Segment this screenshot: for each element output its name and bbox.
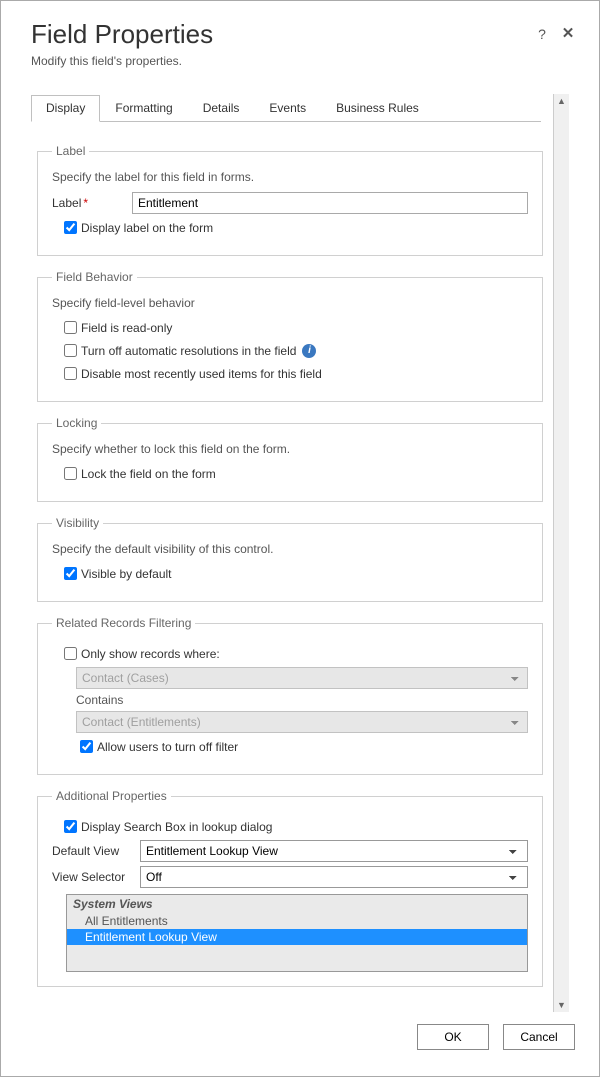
label-group-legend: Label xyxy=(52,144,89,158)
disable-mru-checkbox[interactable]: Disable most recently used items for thi… xyxy=(60,364,528,383)
cancel-button[interactable]: Cancel xyxy=(503,1024,575,1050)
display-label-check-input[interactable] xyxy=(64,221,77,234)
info-icon[interactable]: i xyxy=(302,344,316,358)
additional-properties-group: Additional Properties Display Search Box… xyxy=(37,789,543,987)
locking-desc: Specify whether to lock this field on th… xyxy=(52,442,528,456)
where-select: Contact (Cases) xyxy=(76,667,528,689)
scroll-up-icon[interactable]: ▲ xyxy=(557,96,566,106)
contains-select: Contact (Entitlements) xyxy=(76,711,528,733)
tab-strip: DisplayFormattingDetailsEventsBusiness R… xyxy=(31,94,541,122)
lock-field-checkbox[interactable]: Lock the field on the form xyxy=(60,464,528,483)
allow-turn-off-filter-checkbox[interactable]: Allow users to turn off filter xyxy=(76,737,528,756)
scroll-area[interactable]: Label Specify the label for this field i… xyxy=(31,122,553,1012)
view-selector-label: View Selector xyxy=(52,870,140,884)
locking-legend: Locking xyxy=(52,416,101,430)
additional-legend: Additional Properties xyxy=(52,789,171,803)
view-list-item[interactable]: All Entitlements xyxy=(67,913,527,929)
ok-button[interactable]: OK xyxy=(417,1024,489,1050)
dialog-subtitle: Modify this field's properties. xyxy=(31,54,569,68)
view-selector-select[interactable]: Off xyxy=(140,866,528,888)
related-legend: Related Records Filtering xyxy=(52,616,195,630)
related-records-group: Related Records Filtering Only show reco… xyxy=(37,616,543,775)
dialog-title: Field Properties xyxy=(31,19,569,50)
tab-events[interactable]: Events xyxy=(254,95,321,122)
field-properties-dialog: Field Properties Modify this field's pro… xyxy=(0,0,600,1077)
help-icon[interactable]: ? xyxy=(533,25,551,43)
default-view-select[interactable]: Entitlement Lookup View xyxy=(140,840,528,862)
visible-default-checkbox[interactable]: Visible by default xyxy=(60,564,528,583)
dialog-footer: OK Cancel xyxy=(1,1012,599,1076)
close-icon[interactable]: ✕ xyxy=(559,25,577,43)
readonly-checkbox[interactable]: Field is read-only xyxy=(60,318,528,337)
tab-display[interactable]: Display xyxy=(31,95,100,122)
label-field-label: Label* xyxy=(52,196,132,210)
behavior-legend: Field Behavior xyxy=(52,270,137,284)
scroll-down-icon[interactable]: ▼ xyxy=(557,1000,566,1010)
label-group-desc: Specify the label for this field in form… xyxy=(52,170,528,184)
dialog-header: Field Properties Modify this field's pro… xyxy=(1,1,599,74)
label-input[interactable] xyxy=(132,192,528,214)
contains-label: Contains xyxy=(76,693,528,707)
view-list-group-header: System Views xyxy=(67,895,527,913)
view-list[interactable]: System ViewsAll EntitlementsEntitlement … xyxy=(66,894,528,972)
visibility-desc: Specify the default visibility of this c… xyxy=(52,542,528,556)
auto-resolution-checkbox[interactable]: Turn off automatic resolutions in the fi… xyxy=(60,341,528,360)
display-label-checkbox[interactable]: Display label on the form xyxy=(60,218,528,237)
tab-business-rules[interactable]: Business Rules xyxy=(321,95,434,122)
visibility-group: Visibility Specify the default visibilit… xyxy=(37,516,543,602)
tab-details[interactable]: Details xyxy=(188,95,255,122)
display-search-box-checkbox[interactable]: Display Search Box in lookup dialog xyxy=(60,817,528,836)
only-show-records-checkbox[interactable]: Only show records where: xyxy=(60,644,528,663)
view-list-item[interactable]: Entitlement Lookup View xyxy=(67,929,527,945)
field-behavior-group: Field Behavior Specify field-level behav… xyxy=(37,270,543,402)
tab-formatting[interactable]: Formatting xyxy=(100,95,187,122)
vertical-scrollbar[interactable]: ▲ ▼ xyxy=(553,94,569,1012)
visibility-legend: Visibility xyxy=(52,516,103,530)
behavior-desc: Specify field-level behavior xyxy=(52,296,528,310)
default-view-label: Default View xyxy=(52,844,140,858)
label-group: Label Specify the label for this field i… xyxy=(37,144,543,256)
locking-group: Locking Specify whether to lock this fie… xyxy=(37,416,543,502)
